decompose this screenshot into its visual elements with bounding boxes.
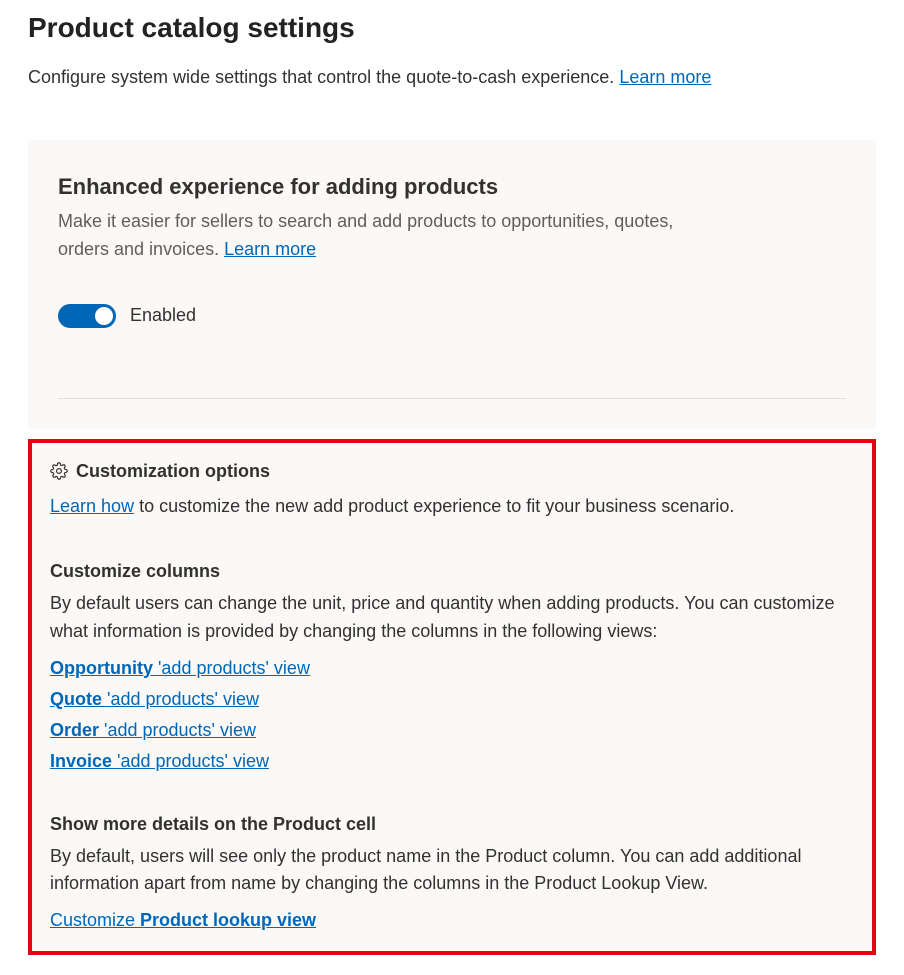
toggle-label: Enabled <box>130 305 196 326</box>
enabled-toggle[interactable] <box>58 304 116 328</box>
section-divider <box>58 398 846 399</box>
enhanced-title: Enhanced experience for adding products <box>58 174 846 200</box>
product-cell-desc: By default, users will see only the prod… <box>50 843 854 899</box>
views-link-list: Opportunity 'add products' view Quote 'a… <box>50 658 854 772</box>
page-subtitle: Configure system wide settings that cont… <box>28 66 876 89</box>
list-item: Opportunity 'add products' view <box>50 658 854 679</box>
quote-view-link[interactable]: Quote 'add products' view <box>50 689 259 709</box>
page-subtitle-text: Configure system wide settings that cont… <box>28 67 619 87</box>
customize-columns-title: Customize columns <box>50 561 854 582</box>
learn-how-link[interactable]: Learn how <box>50 496 134 516</box>
list-item: Order 'add products' view <box>50 720 854 741</box>
toggle-knob <box>95 307 113 325</box>
enhanced-experience-card: Enhanced experience for adding products … <box>28 140 876 429</box>
customization-intro-text: to customize the new add product experie… <box>134 496 734 516</box>
customization-header: Customization options <box>50 461 854 482</box>
customize-columns-desc: By default users can change the unit, pr… <box>50 590 854 646</box>
customization-options-panel: Customization options Learn how to custo… <box>28 439 876 956</box>
enhanced-learn-more-link[interactable]: Learn more <box>224 239 316 259</box>
customization-intro: Learn how to customize the new add produ… <box>50 494 854 519</box>
product-cell-title: Show more details on the Product cell <box>50 814 854 835</box>
list-item: Quote 'add products' view <box>50 689 854 710</box>
invoice-view-link[interactable]: Invoice 'add products' view <box>50 751 269 771</box>
list-item: Invoice 'add products' view <box>50 751 854 772</box>
enhanced-desc-text: Make it easier for sellers to search and… <box>58 211 673 259</box>
learn-more-link[interactable]: Learn more <box>619 67 711 87</box>
gear-icon <box>50 462 68 480</box>
order-view-link[interactable]: Order 'add products' view <box>50 720 256 740</box>
customization-title: Customization options <box>76 461 270 482</box>
page-title: Product catalog settings <box>28 10 876 46</box>
opportunity-view-link[interactable]: Opportunity 'add products' view <box>50 658 310 678</box>
enhanced-desc: Make it easier for sellers to search and… <box>58 208 718 264</box>
enhanced-toggle-row: Enabled <box>58 304 846 328</box>
customize-product-lookup-link[interactable]: Customize Product lookup view <box>50 910 316 930</box>
